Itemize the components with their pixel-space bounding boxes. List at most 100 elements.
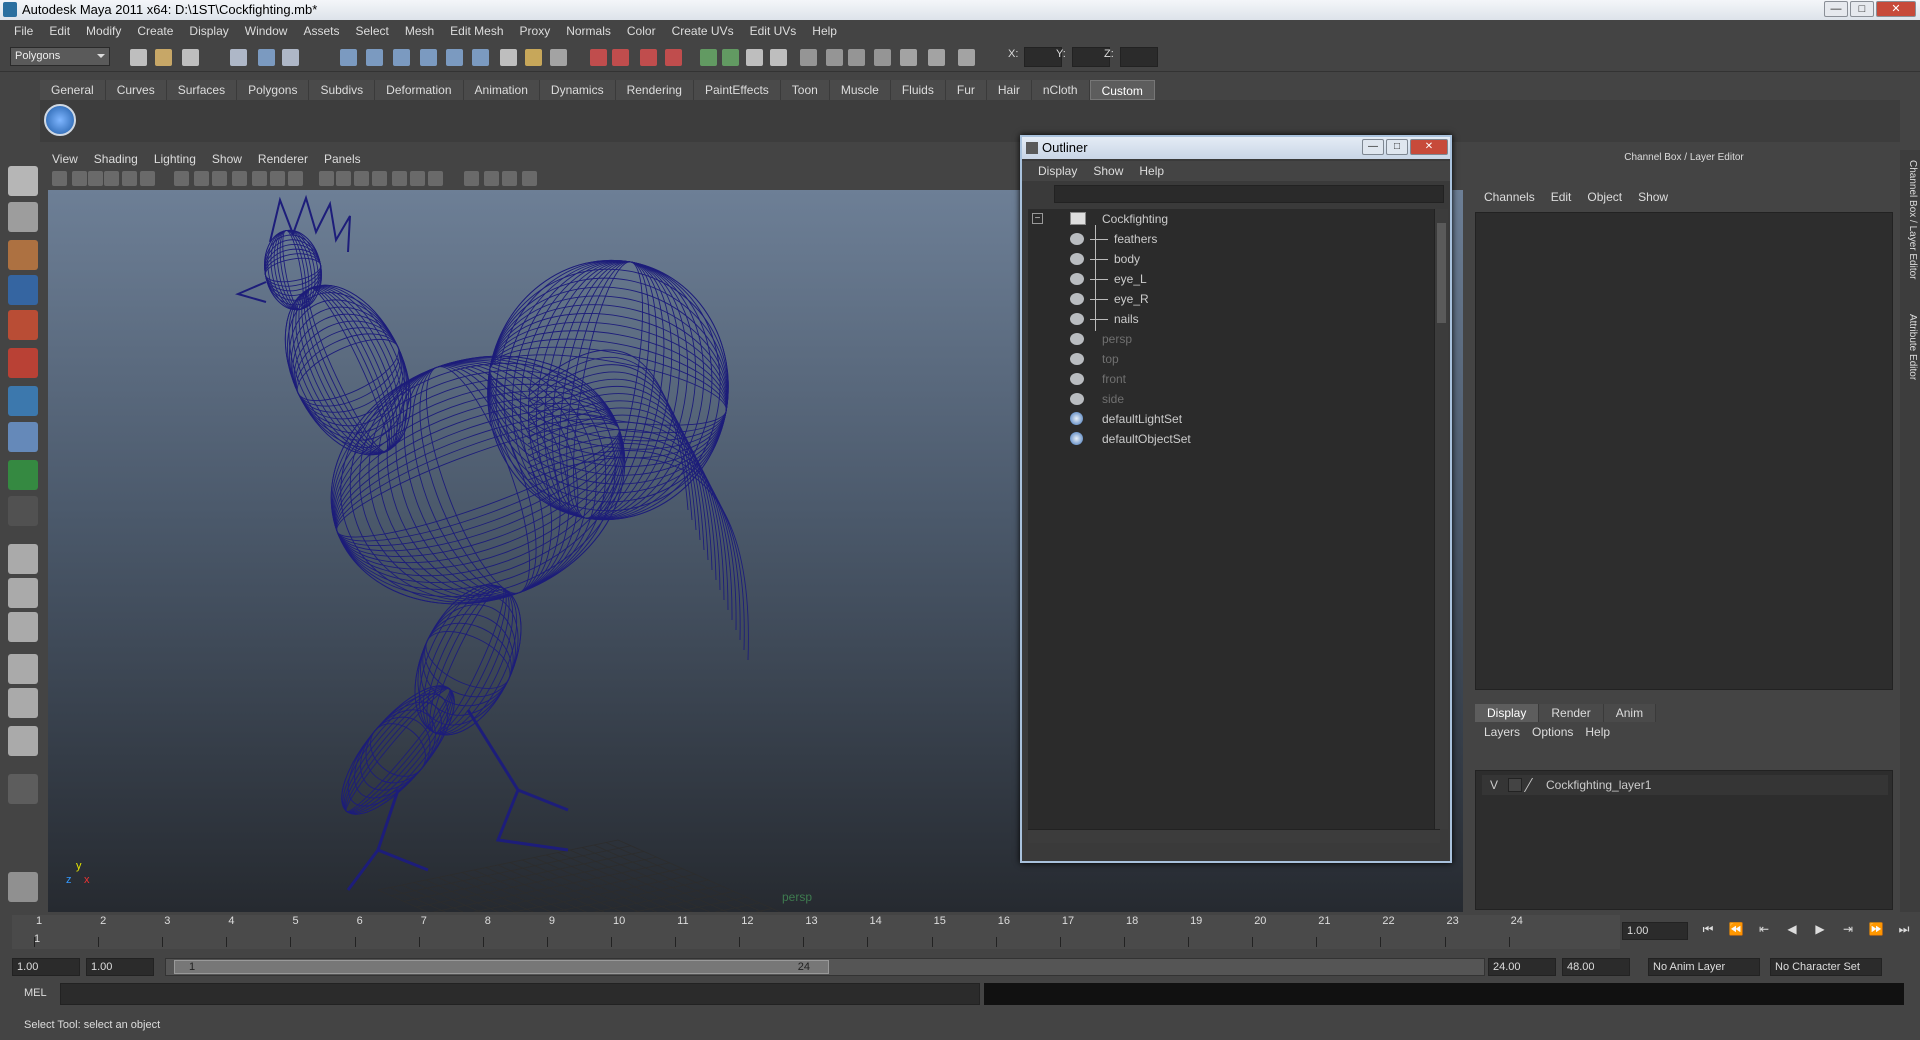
scroll-thumb[interactable]: [1437, 223, 1446, 323]
menu-assets[interactable]: Assets: [295, 24, 347, 38]
status-tool-icon[interactable]: [258, 49, 275, 66]
playback-button-6[interactable]: ⏩: [1868, 922, 1884, 938]
playback-button-4[interactable]: ▶: [1812, 922, 1828, 938]
paint-select-icon[interactable]: [8, 240, 38, 270]
viewport-tool-icon[interactable]: [354, 171, 369, 186]
show-manip-icon[interactable]: [8, 460, 38, 490]
status-tool-icon[interactable]: [525, 49, 542, 66]
hypershade-icon[interactable]: [8, 688, 38, 718]
shelf-tab-curves[interactable]: Curves: [105, 80, 167, 100]
shelf-tab-general[interactable]: General: [40, 80, 106, 100]
shelf-tab-fur[interactable]: Fur: [945, 80, 987, 100]
status-tool-icon[interactable]: [826, 49, 843, 66]
layer-menu-options[interactable]: Options: [1526, 725, 1579, 739]
status-tool-icon[interactable]: [393, 49, 410, 66]
outliner-title-bar[interactable]: Outliner — □ ✕: [1022, 137, 1450, 159]
outliner-vscroll[interactable]: [1434, 209, 1448, 829]
layer-color-icon[interactable]: [1523, 778, 1547, 792]
viewport-tool-icon[interactable]: [464, 171, 479, 186]
outliner-minimize-button[interactable]: —: [1362, 139, 1384, 155]
status-tool-icon[interactable]: [182, 49, 199, 66]
channel-menu-edit[interactable]: Edit: [1543, 190, 1580, 204]
outliner-item-eye_r[interactable]: eye_R: [1028, 289, 1428, 309]
shelf-tab-muscle[interactable]: Muscle: [829, 80, 891, 100]
menu-create[interactable]: Create: [129, 24, 181, 38]
viewport-tool-icon[interactable]: [410, 171, 425, 186]
playback-end-field[interactable]: 24.00: [1488, 958, 1556, 976]
playback-button-5[interactable]: ⇥: [1840, 922, 1856, 938]
viewport-tool-icon[interactable]: [212, 171, 227, 186]
menu-color[interactable]: Color: [619, 24, 664, 38]
viewport-tool-icon[interactable]: [522, 171, 537, 186]
lasso-tool-icon[interactable]: [8, 202, 38, 232]
status-tool-icon[interactable]: [340, 49, 357, 66]
menu-edit-uvs[interactable]: Edit UVs: [742, 24, 805, 38]
outliner-close-button[interactable]: ✕: [1410, 139, 1448, 155]
custom-shelf-checkmark-icon[interactable]: [44, 104, 76, 136]
mel-label[interactable]: MEL: [24, 987, 47, 999]
layer-template-toggle[interactable]: [1508, 778, 1522, 792]
status-tool-icon[interactable]: [665, 49, 682, 66]
playback-button-3[interactable]: ◀: [1784, 922, 1800, 938]
shelf-tab-toon[interactable]: Toon: [780, 80, 830, 100]
playback-button-1[interactable]: ⏪: [1728, 922, 1744, 938]
status-tool-icon[interactable]: [700, 49, 717, 66]
viewport-tool-icon[interactable]: [319, 171, 334, 186]
viewport-tool-icon[interactable]: [52, 171, 67, 186]
outliner-item-eye_l[interactable]: eye_L: [1028, 269, 1428, 289]
outliner-hscroll[interactable]: [1028, 829, 1440, 843]
channel-list[interactable]: [1475, 212, 1893, 690]
viewport-tool-icon[interactable]: [502, 171, 517, 186]
layer-tab-anim[interactable]: Anim: [1603, 704, 1657, 722]
soft-mod-icon[interactable]: [8, 422, 38, 452]
z-field[interactable]: [1120, 47, 1158, 67]
anim-layer-dropdown[interactable]: No Anim Layer: [1648, 958, 1760, 976]
select-tool-icon[interactable]: [8, 166, 38, 196]
layer-menu-help[interactable]: Help: [1579, 725, 1616, 739]
channel-menu-object[interactable]: Object: [1579, 190, 1630, 204]
status-tool-icon[interactable]: [446, 49, 463, 66]
viewport-tool-icon[interactable]: [288, 171, 303, 186]
playback-start-field[interactable]: 1.00: [86, 958, 154, 976]
layer-visibility-toggle[interactable]: V: [1490, 775, 1498, 795]
viewport-tool-icon[interactable]: [372, 171, 387, 186]
outliner-item-body[interactable]: body: [1028, 249, 1428, 269]
viewport-tool-icon[interactable]: [104, 171, 119, 186]
shelf-tab-painteffects[interactable]: PaintEffects: [693, 80, 781, 100]
viewport-menu-shading[interactable]: Shading: [86, 152, 146, 166]
viewport-tool-icon[interactable]: [270, 171, 285, 186]
viewport-menu-renderer[interactable]: Renderer: [250, 152, 316, 166]
status-tool-icon[interactable]: [722, 49, 739, 66]
outliner-item-defaultobjectset[interactable]: defaultObjectSet: [1028, 429, 1428, 449]
time-slider[interactable]: 1 1 2 3 4 5 6 7 8 9 10 11 12 13 14 15 16 17 18 19 20 21 22 23 2…: [12, 915, 1620, 949]
shelf-tab-animation[interactable]: Animation: [463, 80, 540, 100]
shelf-tab-dynamics[interactable]: Dynamics: [539, 80, 616, 100]
minimize-button[interactable]: —: [1824, 1, 1848, 17]
outliner-menu-help[interactable]: Help: [1131, 164, 1172, 178]
menu-normals[interactable]: Normals: [558, 24, 619, 38]
tool-more-icon[interactable]: [8, 774, 38, 804]
status-tool-icon[interactable]: [958, 49, 975, 66]
channel-menu-show[interactable]: Show: [1630, 190, 1676, 204]
shelf-tab-hair[interactable]: Hair: [986, 80, 1032, 100]
maximize-button[interactable]: □: [1850, 1, 1874, 17]
outliner-item-persp[interactable]: persp: [1028, 329, 1428, 349]
outliner-menu-show[interactable]: Show: [1085, 164, 1131, 178]
layer-tab-render[interactable]: Render: [1539, 704, 1604, 722]
outliner-item-side[interactable]: side: [1028, 389, 1428, 409]
playback-button-2[interactable]: ⇤: [1756, 922, 1772, 938]
status-tool-icon[interactable]: [800, 49, 817, 66]
outliner-maximize-button[interactable]: □: [1386, 139, 1408, 155]
status-tool-icon[interactable]: [900, 49, 917, 66]
current-time-field[interactable]: 1.00: [1622, 922, 1688, 940]
menu-modify[interactable]: Modify: [78, 24, 129, 38]
layer-menu-layers[interactable]: Layers: [1478, 725, 1526, 739]
status-tool-icon[interactable]: [746, 49, 763, 66]
viewport-tool-icon[interactable]: [484, 171, 499, 186]
menu-edit[interactable]: Edit: [41, 24, 78, 38]
status-tool-icon[interactable]: [770, 49, 787, 66]
mel-command-input[interactable]: [60, 983, 980, 1005]
viewport-tool-icon[interactable]: [140, 171, 155, 186]
status-tool-icon[interactable]: [612, 49, 629, 66]
outliner-item-defaultlightset[interactable]: defaultLightSet: [1028, 409, 1428, 429]
